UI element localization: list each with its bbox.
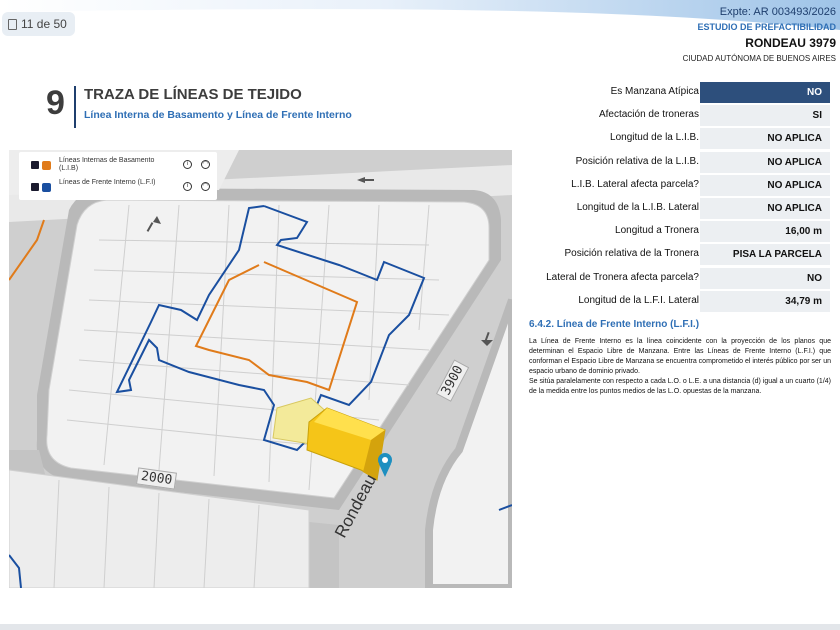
row-label: Es Manzana Atípica <box>610 86 699 97</box>
section-subtitle: Línea Interna de Basamento y Línea de Fr… <box>84 109 352 121</box>
row-label: L.I.B. Lateral afecta parcela? <box>571 178 699 190</box>
legend-label-lfi: Líneas de Frente Interno (L.F.I) <box>59 179 156 186</box>
info-icon[interactable]: i <box>183 160 192 169</box>
map-legend: Líneas Internas de Basamento (L.I.B) i ◠… <box>19 152 217 200</box>
row-value: SI <box>700 105 830 127</box>
row-label: Longitud de la L.F.I. Lateral <box>578 294 699 306</box>
table-row: Longitud de la L.I.B. NO APLICA <box>520 127 836 150</box>
row-value: NO APLICA <box>700 128 830 150</box>
row-value: NO APLICA <box>700 151 830 173</box>
legend-item-lib: Líneas Internas de Basamento (L.I.B) i ◠ <box>19 156 217 176</box>
checkbox-checked-icon[interactable] <box>31 161 39 169</box>
row-value: NO APLICA <box>700 174 830 196</box>
visibility-icon[interactable]: ◠ <box>201 160 210 169</box>
checkbox-checked-icon[interactable] <box>31 183 39 191</box>
page-indicator[interactable]: 11 de 50 <box>2 12 75 36</box>
row-value: 16,00 m <box>700 221 830 243</box>
parameters-table: Es Manzana Atípica NO Afectación de trone… <box>520 81 836 313</box>
row-label: Afectación de troneras <box>598 109 699 121</box>
row-value: 34,79 m <box>700 290 830 312</box>
row-label: Posición relativa de la Tronera <box>564 248 699 260</box>
table-row: Longitud de la L.I.B. Lateral NO APLICA <box>520 197 836 220</box>
table-row: Lateral de Tronera afecta parcela? NO <box>520 267 836 290</box>
row-label: Longitud de la L.I.B. <box>610 132 699 144</box>
table-row: Afectación de troneras SI <box>520 104 836 127</box>
section-title: TRAZA DE LÍNEAS DE TEJIDO <box>84 86 302 103</box>
lfi-paragraph-1: La Línea de Frente Interno es la línea c… <box>529 338 831 375</box>
lfi-section-heading: 6.4.2. Línea de Frente Interno (L.F.I.) <box>529 319 700 330</box>
table-row: Longitud de la L.F.I. Lateral 34,79 m <box>520 290 836 313</box>
row-value: PISA LA PARCELA <box>700 244 830 266</box>
document-page: 11 de 50 Expte: AR 003493/2026 ESTUDIO D… <box>0 0 840 630</box>
table-row: Es Manzana Atípica NO <box>520 81 836 104</box>
row-label: Lateral de Tronera afecta parcela? <box>546 271 699 283</box>
block-map[interactable]: 2000 3900 Rondeau Líneas Internas de Bas… <box>9 150 512 588</box>
expediente-number: Expte: AR 003493/2026 <box>719 6 836 18</box>
table-row: L.I.B. Lateral afecta parcela? NO APLICA <box>520 174 836 197</box>
section-divider <box>74 86 76 128</box>
section-number: 9 <box>46 84 65 122</box>
info-icon[interactable]: i <box>183 182 192 191</box>
viewer-bottom-bar <box>0 624 840 630</box>
lfi-color-swatch <box>42 183 51 192</box>
property-address: RONDEAU 3979 <box>745 36 836 50</box>
map-drawing <box>9 150 512 588</box>
lfi-paragraph-2: Se sitúa paralelamente con respecto a ca… <box>529 378 831 395</box>
row-value: NO APLICA <box>700 197 830 219</box>
table-row: Longitud a Tronera 16,00 m <box>520 220 836 243</box>
row-label: Longitud de la L.I.B. Lateral <box>576 201 699 213</box>
lib-color-swatch <box>42 161 51 170</box>
header-info: Expte: AR 003493/2026 ESTUDIO DE PREFACT… <box>683 6 836 63</box>
lfi-section-text: La Línea de Frente Interno es la línea c… <box>529 337 831 397</box>
row-value: NO <box>700 82 830 103</box>
city-name: CIUDAD AUTÓNOMA DE BUENOS AIRES <box>682 54 836 63</box>
page-indicator-text: 11 de 50 <box>21 17 67 31</box>
row-value: NO <box>700 267 830 289</box>
study-type: ESTUDIO DE PREFACTIBILIDAD <box>697 22 836 32</box>
legend-item-lfi: Líneas de Frente Interno (L.F.I) i ◠ <box>19 178 217 198</box>
visibility-icon[interactable]: ◠ <box>201 182 210 191</box>
row-label: Longitud a Tronera <box>615 225 699 237</box>
legend-label-lib: Líneas Internas de Basamento (L.I.B) <box>59 157 155 172</box>
page-icon <box>8 18 17 30</box>
row-label: Posición relativa de la L.I.B. <box>575 155 699 167</box>
table-row: Posición relativa de la L.I.B. NO APLICA <box>520 151 836 174</box>
table-row: Posición relativa de la Tronera PISA LA P… <box>520 243 836 266</box>
